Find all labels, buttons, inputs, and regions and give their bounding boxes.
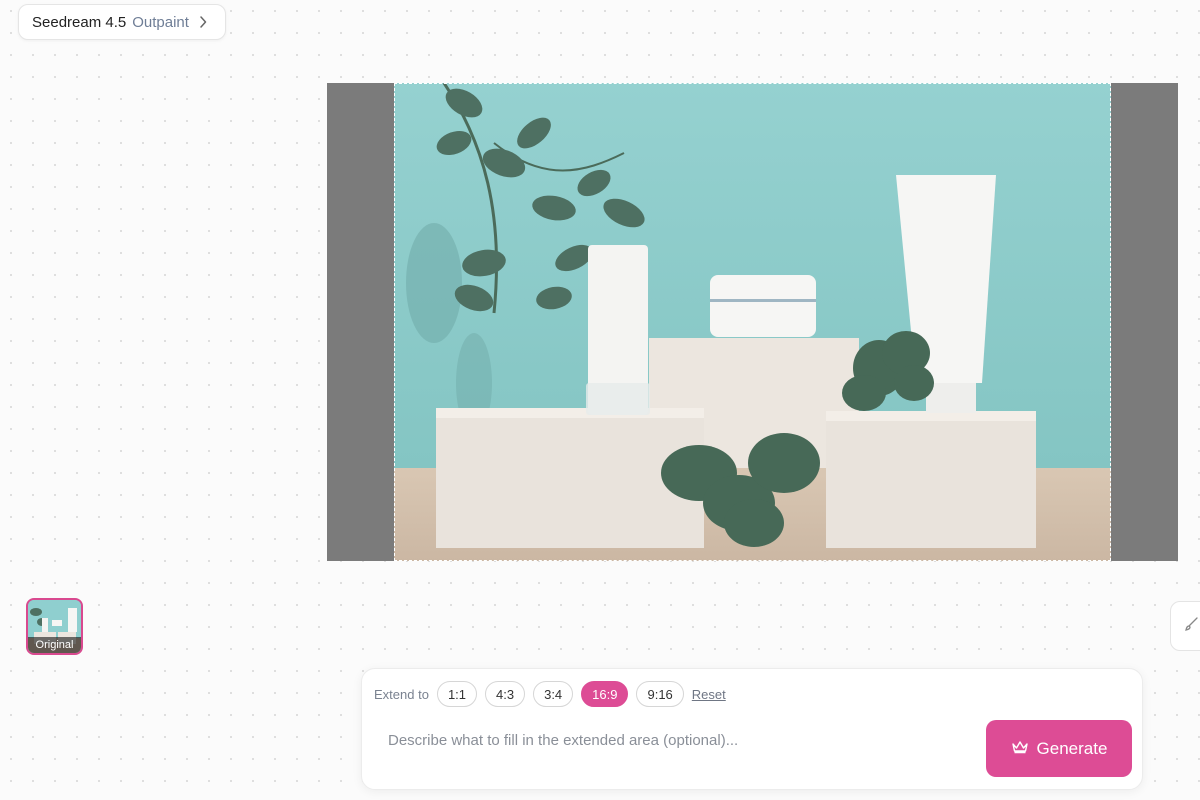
ratio-option-1-1[interactable]: 1:1 <box>436 681 478 707</box>
ratio-option-16-9[interactable]: 16:9 <box>581 681 629 707</box>
ratio-option-3-4[interactable]: 3:4 <box>533 681 574 707</box>
crown-icon <box>1011 739 1029 759</box>
generate-label: Generate <box>1036 738 1108 758</box>
outpaint-canvas[interactable] <box>327 83 1178 561</box>
generate-button[interactable]: Generate <box>986 720 1132 777</box>
ratio-option-4-3[interactable]: 4:3 <box>485 681 526 707</box>
outpaint-control-panel: Extend to 1:1 4:3 3:4 16:9 9:16 Reset Ge… <box>361 668 1143 790</box>
brush-icon <box>1185 616 1199 636</box>
original-thumbnail[interactable]: Original <box>26 598 83 655</box>
extend-ratio-row: Extend to 1:1 4:3 3:4 16:9 9:16 Reset <box>374 681 726 707</box>
chevron-right-icon <box>199 16 207 28</box>
fill-prompt-input[interactable] <box>386 727 950 753</box>
ratio-option-9-16[interactable]: 9:16 <box>636 681 684 707</box>
extend-to-label: Extend to <box>374 686 429 702</box>
product-photo-illustration <box>394 83 1111 561</box>
mode-name: Outpaint <box>132 13 189 31</box>
source-image <box>394 83 1111 561</box>
model-breadcrumb[interactable]: Seedream 4.5 Outpaint <box>18 4 226 40</box>
model-name: Seedream 4.5 <box>32 13 127 31</box>
side-brush-button[interactable] <box>1170 601 1200 651</box>
reset-link[interactable]: Reset <box>692 687 726 702</box>
thumbnail-label: Original <box>28 637 81 653</box>
